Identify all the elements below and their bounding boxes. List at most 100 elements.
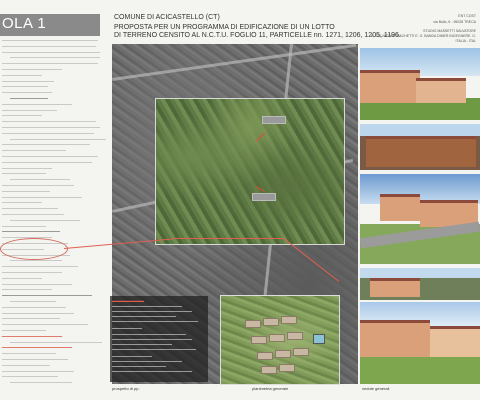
- text-line: [2, 167, 52, 169]
- building-block: [275, 350, 291, 358]
- render-lawn: [360, 354, 480, 384]
- aerial-caption: prospetto di pp.: [112, 386, 140, 391]
- render-caption: vedute generali: [362, 386, 390, 391]
- legend-row: [112, 371, 192, 372]
- text-line: [2, 353, 56, 355]
- text-line: [2, 277, 42, 279]
- text-line: [2, 312, 74, 314]
- building-block: [293, 348, 309, 356]
- text-line: [2, 150, 66, 152]
- text-line: [10, 260, 62, 262]
- legend-row: [112, 334, 186, 335]
- studio-members: A. SALVATORE MACHETTI E. G. BANDA DIMER …: [371, 34, 476, 38]
- text-line: [10, 219, 80, 221]
- studio-name: STUDIO MASSETTI SALVATORE: [423, 29, 476, 33]
- building-block: [279, 364, 295, 372]
- firm-address: via Bullo, 6 - 95028 TRECA: [433, 20, 476, 24]
- text-line: [2, 225, 46, 227]
- legend-row: [112, 356, 152, 357]
- render-view-5: [360, 302, 480, 384]
- render-sky: [360, 268, 480, 278]
- text-line: [2, 127, 100, 128]
- text-line: [10, 382, 72, 384]
- text-line: [2, 330, 46, 331]
- text-line: [2, 324, 88, 326]
- text-line: [2, 347, 72, 349]
- render-building: [380, 194, 420, 221]
- plan-caption: planimetria generale: [252, 386, 289, 391]
- legend-row: [112, 306, 182, 307]
- highlight-oval: [0, 238, 68, 260]
- legend-heading: ▬▬▬▬▬▬▬▬: [112, 298, 144, 303]
- legend-row: [112, 361, 182, 362]
- text-line: [2, 45, 96, 47]
- text-line: [2, 63, 98, 65]
- building-block: [257, 352, 273, 360]
- text-line: [2, 208, 58, 210]
- text-line: [2, 109, 57, 111]
- text-line: [2, 190, 50, 192]
- text-line: [2, 335, 62, 337]
- legend-row: [112, 328, 142, 329]
- building-block: [245, 320, 261, 328]
- building-block: [281, 316, 297, 324]
- text-line: [10, 301, 56, 302]
- text-line: [2, 306, 66, 308]
- render-view-2: [360, 124, 480, 170]
- text-line: [2, 156, 98, 157]
- text-line: [2, 266, 78, 268]
- text-line: [2, 376, 58, 378]
- render-building: [370, 278, 420, 297]
- text-line: [2, 185, 74, 186]
- text-line: [2, 86, 48, 88]
- legend-row: [112, 344, 172, 345]
- text-line: [2, 231, 60, 233]
- render-sky: [360, 124, 480, 136]
- data-legend-box: ▬▬▬▬▬▬▬▬: [110, 296, 208, 382]
- building-block: [263, 318, 279, 326]
- text-line: [2, 272, 62, 273]
- text-line: [2, 161, 92, 163]
- render-view-3: [360, 174, 480, 264]
- project-description-text: [2, 40, 106, 395]
- text-line: [2, 202, 42, 204]
- text-line: [10, 341, 102, 343]
- building-block: [287, 332, 303, 340]
- render-building: [416, 78, 466, 103]
- legend-row: [112, 366, 166, 367]
- pool: [313, 334, 325, 344]
- project-title: PROPOSTA PER UN PROGRAMMA DI EDIFICAZION…: [114, 24, 335, 31]
- text-line: [2, 364, 50, 366]
- text-line: [2, 318, 60, 320]
- legend-row: [112, 321, 198, 322]
- studio-location: ITALIA - ITAL: [455, 39, 477, 43]
- render-building: [430, 326, 480, 357]
- presentation-sheet: OLA 1 COMUNE DI ACICASTELLO (CT) PROPOST…: [0, 0, 480, 400]
- text-line: [2, 196, 82, 198]
- render-view-4: [360, 268, 480, 300]
- render-building: [360, 320, 430, 357]
- text-line: [2, 370, 74, 372]
- building-block: [251, 336, 267, 344]
- building-block: [269, 334, 285, 342]
- text-line: [2, 40, 98, 41]
- site-plan: [220, 295, 340, 385]
- sheet-number-label: OLA 1: [2, 15, 47, 32]
- building-block: [261, 366, 277, 374]
- parcel-description: DI TERRENO CENSITO AL N.C.T.U. FOGLIO 11…: [114, 32, 401, 39]
- callout-site-area: [262, 116, 286, 124]
- text-line: [2, 214, 64, 215]
- text-line: [2, 283, 72, 285]
- firm-name: ENT COST: [458, 14, 476, 18]
- text-line: [2, 69, 62, 70]
- sheet-number-tab: OLA 1: [0, 14, 100, 36]
- text-line: [2, 121, 96, 123]
- municipality-title: COMUNE DI ACICASTELLO (CT): [114, 14, 220, 21]
- render-view-1: [360, 48, 480, 120]
- legend-row: [112, 339, 192, 340]
- render-building: [360, 70, 420, 103]
- text-line: [2, 359, 68, 360]
- text-line: [2, 80, 54, 82]
- text-line: [10, 138, 106, 140]
- text-line: [2, 132, 94, 134]
